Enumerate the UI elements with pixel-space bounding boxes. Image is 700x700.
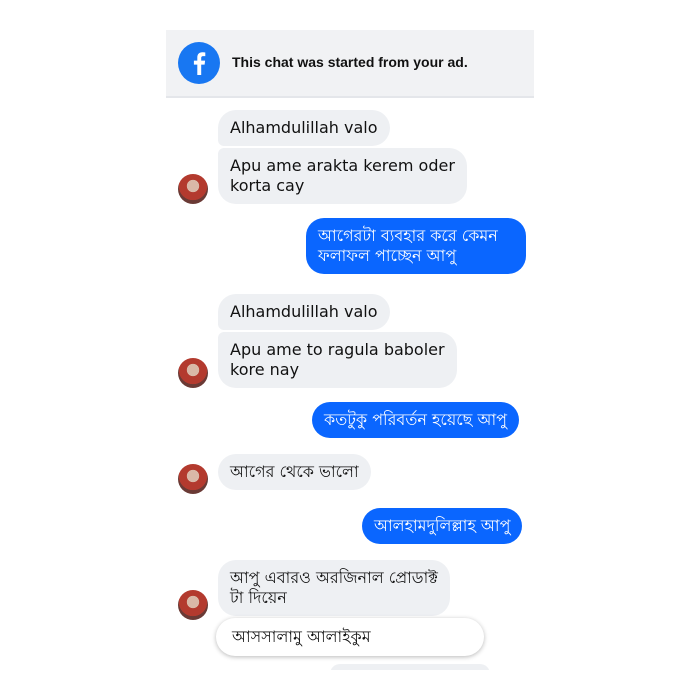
- message-bubble: Apu ame arakta kerem oder korta cay: [218, 148, 467, 204]
- avatar: [178, 590, 208, 620]
- message-bubble: Alhamdulillah valo: [218, 110, 390, 146]
- message-bubble: আলহামদুলিল্লাহ আপু: [362, 508, 523, 544]
- message-bubble: কতটুকু পরিবর্তন হয়েছে আপু: [312, 402, 519, 438]
- banner-text: This chat was started from your ad.: [232, 54, 468, 70]
- avatar: [178, 464, 208, 494]
- avatar: [178, 358, 208, 388]
- message-bubble: আগের থেকে ভালো: [218, 454, 371, 490]
- quick-reply-button[interactable]: আসসালামু আলাইকুম: [216, 618, 484, 656]
- chat-window: This chat was started from your ad. Alha…: [166, 30, 534, 670]
- message-bubble: Apu ame to ragula baboler kore nay: [218, 332, 457, 388]
- message-bubble: Alhamdulillah valo: [218, 294, 390, 330]
- ad-origin-banner: This chat was started from your ad.: [166, 30, 534, 98]
- avatar: [178, 174, 208, 204]
- facebook-icon: [178, 42, 220, 84]
- message-bubble: আপু এবারও অরজিনাল প্রোডাক্ট টা দিয়েন: [218, 560, 450, 616]
- partial-message-bubble: [330, 664, 490, 670]
- message-bubble: আগেরটা ব্যবহার করে কেমন ফলাফল পাচ্ছেন আপ…: [306, 218, 526, 274]
